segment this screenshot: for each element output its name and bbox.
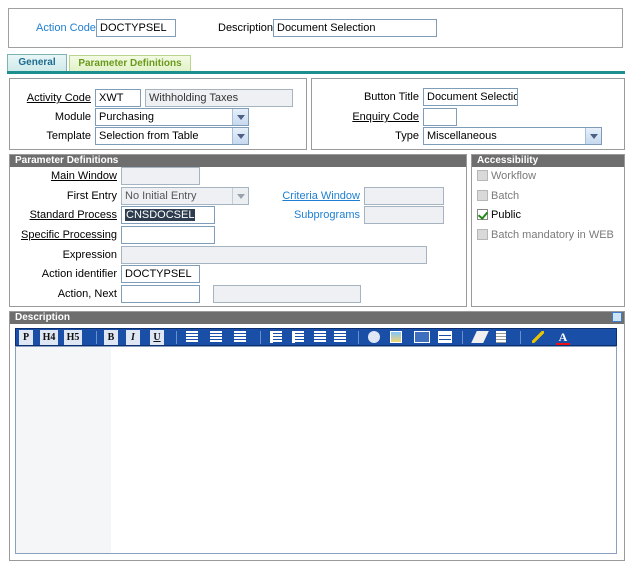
- document-icon[interactable]: [496, 331, 506, 343]
- toolbar-separator: [520, 331, 521, 344]
- main-window-field: [121, 167, 200, 185]
- template-select[interactable]: Selection from Table: [95, 127, 249, 145]
- type-select[interactable]: Miscellaneous: [423, 127, 602, 145]
- first-entry-select[interactable]: No Initial Entry: [121, 187, 249, 205]
- tab-parameter-definitions[interactable]: Parameter Definitions: [69, 55, 191, 71]
- align-left-icon[interactable]: [186, 331, 198, 343]
- activity-code-description: Withholding Taxes: [145, 89, 293, 107]
- toolbar-separator: [358, 331, 359, 344]
- subprograms-field: [364, 206, 444, 224]
- button-title-label: Button Title: [363, 91, 419, 103]
- underline-button[interactable]: U: [150, 330, 164, 345]
- action-identifier-field[interactable]: DOCTYPSEL: [121, 265, 200, 283]
- type-label: Type: [395, 130, 419, 142]
- main-window-label[interactable]: Main Window: [15, 169, 117, 183]
- paragraph-button[interactable]: P: [19, 330, 33, 345]
- toolbar-separator: [176, 331, 177, 344]
- heading4-button[interactable]: H4: [40, 330, 58, 345]
- numbered-list-icon[interactable]: [292, 331, 304, 343]
- action-identifier-label: Action identifier: [41, 268, 117, 280]
- template-dropdown-icon[interactable]: [232, 128, 248, 144]
- action-next-label: Action, Next: [57, 288, 117, 300]
- workflow-label: Workflow: [491, 170, 537, 182]
- toolbar-separator: [260, 331, 261, 344]
- batch-label: Batch: [491, 190, 520, 202]
- enquiry-code-field[interactable]: [423, 108, 457, 126]
- subprograms-label: Subprograms: [293, 209, 360, 221]
- criteria-window-label[interactable]: Criteria Window: [270, 189, 360, 203]
- toolbar-separator: [96, 331, 97, 344]
- module-label: Module: [54, 111, 91, 123]
- toolbar-separator: [462, 331, 463, 344]
- module-select[interactable]: Purchasing: [95, 108, 249, 126]
- activity-code-label[interactable]: Activity Code: [20, 91, 91, 105]
- expression-label: Expression: [62, 249, 117, 261]
- template-select-value: Selection from Table: [99, 130, 199, 142]
- button-title-field[interactable]: Document Selectio: [423, 88, 518, 106]
- tab-strip-line: [7, 71, 625, 74]
- public-checkbox[interactable]: [477, 209, 488, 220]
- criteria-window-field: [364, 187, 444, 205]
- batch-mandatory-web-checkbox[interactable]: [477, 229, 488, 240]
- bullet-list-icon[interactable]: [270, 331, 282, 343]
- description-title: Description: [10, 312, 624, 324]
- description-label: Description: [218, 22, 274, 34]
- description-field[interactable]: Document Selection: [273, 19, 437, 37]
- heading5-button[interactable]: H5: [64, 330, 82, 345]
- enquiry-code-label[interactable]: Enquiry Code: [330, 110, 419, 124]
- font-color-button[interactable]: A: [556, 330, 570, 345]
- editor-area[interactable]: [15, 346, 617, 554]
- editor-toolbar: P H4 H5 B I U A: [15, 328, 617, 346]
- standard-process-label[interactable]: Standard Process: [15, 208, 117, 222]
- module-dropdown-icon[interactable]: [232, 109, 248, 125]
- type-select-value: Miscellaneous: [427, 130, 497, 142]
- editor-gutter: [16, 347, 111, 553]
- action-next-description: [213, 285, 361, 303]
- indent-icon[interactable]: [334, 331, 346, 343]
- type-dropdown-icon[interactable]: [585, 128, 601, 144]
- button-insert-icon[interactable]: [414, 331, 430, 343]
- module-select-value: Purchasing: [99, 111, 155, 123]
- eraser-icon[interactable]: [471, 331, 489, 343]
- public-label: Public: [491, 209, 521, 221]
- specific-processing-label[interactable]: Specific Processing: [15, 228, 117, 242]
- highlighter-icon[interactable]: [532, 331, 544, 343]
- batch-mandatory-web-label: Batch mandatory in WEB: [491, 229, 614, 241]
- tab-parameter-definitions-label: Parameter Definitions: [78, 58, 182, 69]
- first-entry-dropdown-icon[interactable]: [232, 188, 248, 204]
- action-next-field[interactable]: [121, 285, 200, 303]
- expand-icon[interactable]: [612, 312, 622, 322]
- standard-process-field[interactable]: CNSDOCSEL: [121, 206, 215, 224]
- italic-button[interactable]: I: [126, 330, 140, 345]
- workflow-checkbox[interactable]: [477, 170, 488, 181]
- tab-general[interactable]: General: [7, 54, 67, 71]
- standard-process-value: CNSDOCSEL: [125, 209, 196, 221]
- activity-code-field[interactable]: XWT: [95, 89, 141, 107]
- action-code-field[interactable]: DOCTYPSEL: [96, 19, 176, 37]
- first-entry-label: First Entry: [66, 190, 117, 202]
- outdent-icon[interactable]: [314, 331, 326, 343]
- link-icon[interactable]: [368, 331, 380, 343]
- table-icon[interactable]: [438, 331, 452, 343]
- expression-field: [121, 246, 427, 264]
- image-icon[interactable]: [390, 331, 402, 343]
- first-entry-select-value: No Initial Entry: [125, 190, 197, 202]
- batch-checkbox[interactable]: [477, 190, 488, 201]
- parameter-definitions-title: Parameter Definitions: [10, 155, 466, 167]
- tab-general-label: General: [18, 57, 56, 68]
- accessibility-title: Accessibility: [472, 155, 624, 167]
- align-center-icon[interactable]: [210, 331, 222, 343]
- align-right-icon[interactable]: [234, 331, 246, 343]
- template-label: Template: [46, 130, 91, 142]
- action-code-label: Action Code: [36, 22, 96, 34]
- specific-processing-field[interactable]: [121, 226, 215, 244]
- bold-button[interactable]: B: [104, 330, 118, 345]
